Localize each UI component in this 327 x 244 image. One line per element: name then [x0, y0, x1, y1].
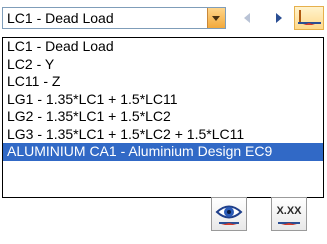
load-case-dropdown-list[interactable]: LC1 - Dead Load LC2 - Y LC11 - Z LG1 - 1… [2, 37, 324, 198]
combo-dropdown-button[interactable] [207, 8, 225, 28]
show-values-button[interactable]: X.XX [271, 197, 307, 231]
list-item[interactable]: LC11 - Z [3, 73, 323, 91]
list-item[interactable]: LG3 - 1.35*LC1 + 1.5*LC2 + 1.5*LC11 [3, 126, 323, 144]
xx-values-icon: X.XX [276, 205, 302, 225]
show-results-button[interactable] [211, 197, 247, 231]
prev-arrow-icon[interactable] [239, 9, 257, 27]
list-item[interactable]: LC1 - Dead Load [3, 38, 323, 56]
list-item-highlighted[interactable]: ALUMINIUM CA1 - Aluminium Design EC9 [3, 143, 323, 161]
combo-selected-text: LC1 - Dead Load [7, 10, 114, 26]
load-case-combo[interactable]: LC1 - Dead Load [2, 7, 226, 29]
list-item[interactable]: LG1 - 1.35*LC1 + 1.5*LC11 [3, 91, 323, 109]
result-diagram-icon [298, 10, 321, 25]
list-item[interactable]: LG2 - 1.35*LC1 + 1.5*LC2 [3, 108, 323, 126]
eye-icon [215, 205, 243, 225]
next-arrow-icon[interactable] [270, 9, 288, 27]
list-item[interactable]: LC2 - Y [3, 56, 323, 74]
xx-label: X.XX [276, 205, 302, 217]
result-diagram-button[interactable] [294, 6, 324, 30]
